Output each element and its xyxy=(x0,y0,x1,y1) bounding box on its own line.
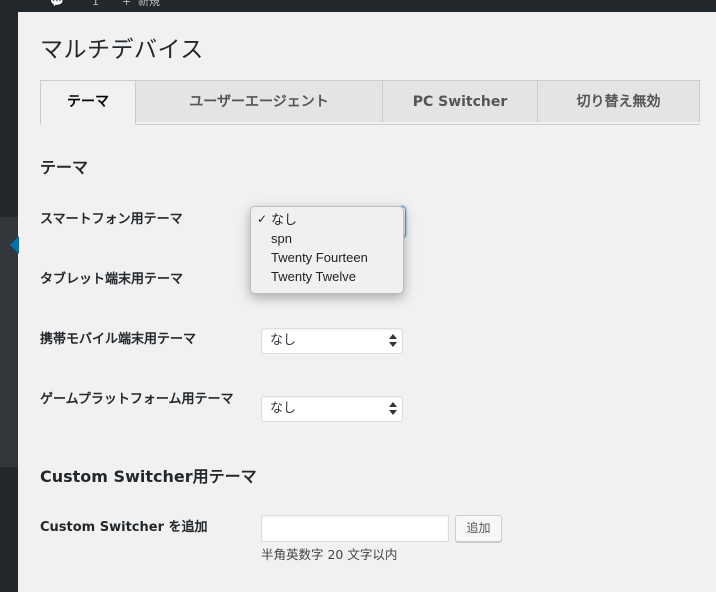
custom-switcher-section-heading: Custom Switcher用テーマ xyxy=(40,467,257,486)
custom-switcher-input[interactable] xyxy=(261,515,449,542)
tab-user-agent[interactable]: ユーザーエージェント xyxy=(135,80,383,122)
tab-pc-switcher[interactable]: PC Switcher xyxy=(382,80,538,122)
select-arrows-icon xyxy=(389,334,397,348)
page-title: マルチデバイス xyxy=(40,37,204,63)
tablet-theme-label: タブレット端末用テーマ xyxy=(40,272,184,287)
game-platform-theme-label: ゲームプラットフォーム用テーマ xyxy=(40,392,234,407)
smartphone-theme-dropdown: ✓ なし spn Twenty Fourteen Twenty Twelve xyxy=(250,206,404,294)
mobile-theme-select-value: なし xyxy=(270,333,297,348)
game-platform-theme-select-value: なし xyxy=(270,401,297,416)
admin-bar: 💬 1 + 新規 xyxy=(0,0,716,12)
dropdown-option-label: なし xyxy=(271,212,298,227)
theme-section-heading: テーマ xyxy=(40,158,89,177)
comments-icon[interactable]: 💬 xyxy=(50,0,64,9)
select-arrows-icon xyxy=(389,402,397,416)
tab-theme[interactable]: テーマ xyxy=(40,80,136,125)
nav-tabs: テーマ ユーザーエージェント PC Switcher 切り替え無効 xyxy=(40,80,700,125)
custom-switcher-add-label: Custom Switcher を追加 xyxy=(40,520,208,535)
mobile-theme-select[interactable]: なし xyxy=(261,328,403,354)
dropdown-option-none[interactable]: ✓ なし xyxy=(257,210,298,229)
comments-count[interactable]: 1 xyxy=(92,0,99,9)
add-button[interactable]: 追加 xyxy=(455,515,502,542)
current-menu-indicator xyxy=(0,12,19,592)
custom-switcher-hint: 半角英数字 20 文字以内 xyxy=(261,547,398,562)
tab-disable-switching[interactable]: 切り替え無効 xyxy=(537,80,700,122)
new-content-link[interactable]: 新規 xyxy=(138,0,160,9)
checkmark-icon: ✓ xyxy=(257,212,268,226)
content-wrap: マルチデバイス テーマ ユーザーエージェント PC Switcher 切り替え無… xyxy=(18,12,716,592)
mobile-theme-label: 携帯モバイル端末用テーマ xyxy=(40,332,197,347)
dropdown-option-twenty-fourteen[interactable]: Twenty Fourteen xyxy=(271,248,368,267)
game-platform-theme-select[interactable]: なし xyxy=(261,396,403,422)
dropdown-option-twenty-twelve[interactable]: Twenty Twelve xyxy=(271,267,356,286)
smartphone-theme-label: スマートフォン用テーマ xyxy=(40,212,183,227)
plus-icon[interactable]: + xyxy=(122,0,131,9)
dropdown-option-spn[interactable]: spn xyxy=(271,229,292,248)
